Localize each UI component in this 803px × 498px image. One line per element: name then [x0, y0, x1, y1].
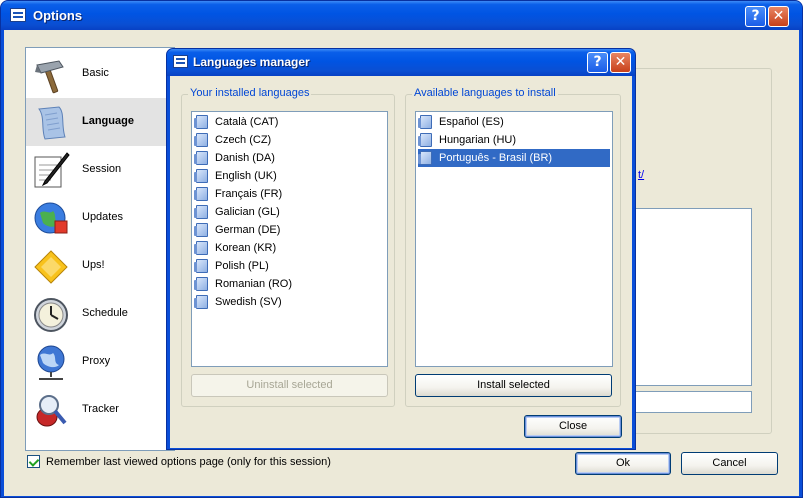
language-label: German (DE) — [215, 224, 281, 236]
help-button[interactable]: ? — [745, 6, 766, 27]
available-languages-legend: Available languages to install — [412, 87, 558, 99]
list-item[interactable]: Français (FR) — [194, 185, 385, 203]
languages-manager-icon — [173, 55, 188, 68]
options-sidebar: Basic Language Session Updates Ups! Sche… — [25, 47, 175, 451]
options-title: Options — [33, 8, 83, 23]
language-file-icon — [194, 241, 208, 255]
list-item[interactable]: Galician (GL) — [194, 203, 385, 221]
language-file-icon — [418, 133, 432, 147]
pen-paper-icon — [34, 152, 70, 188]
sidebar-item-label: Schedule — [82, 307, 128, 319]
sidebar-item-language[interactable]: Language — [26, 98, 174, 146]
installed-languages-list[interactable]: Català (CAT) Czech (CZ) Danish (DA) Engl… — [191, 111, 388, 367]
language-label: Polish (PL) — [215, 260, 269, 272]
language-label: Swedish (SV) — [215, 296, 282, 308]
language-file-icon — [418, 151, 432, 165]
remember-option[interactable]: Remember last viewed options page (only … — [27, 455, 331, 468]
language-file-icon — [194, 115, 208, 129]
language-file-icon — [194, 133, 208, 147]
install-selected-button[interactable]: Install selected — [415, 374, 612, 397]
list-item[interactable]: Swedish (SV) — [194, 293, 385, 311]
language-file-icon — [418, 115, 432, 129]
language-file-icon — [194, 259, 208, 273]
languages-manager-dialog: Languages manager ? ✕ Your installed lan… — [166, 48, 636, 450]
uninstall-selected-button[interactable]: Uninstall selected — [191, 374, 388, 397]
language-label: Hungarian (HU) — [439, 134, 517, 146]
language-label: Español (ES) — [439, 116, 504, 128]
ok-button[interactable]: Ok — [575, 452, 671, 475]
list-item[interactable]: English (UK) — [194, 167, 385, 185]
available-languages-list[interactable]: Español (ES) Hungarian (HU) Português - … — [415, 111, 613, 367]
language-label: Korean (KR) — [215, 242, 277, 254]
sidebar-item-tracker[interactable]: Tracker — [26, 386, 174, 434]
sidebar-item-label: Tracker — [82, 403, 119, 415]
language-label: Danish (DA) — [215, 152, 275, 164]
language-label: Français (FR) — [215, 188, 283, 200]
language-file-icon — [194, 151, 208, 165]
sidebar-item-label: Proxy — [82, 355, 111, 367]
shield-warning-icon — [34, 250, 68, 284]
language-label: Català (CAT) — [215, 116, 279, 128]
language-file-icon — [194, 295, 208, 309]
sidebar-item-basic[interactable]: Basic — [26, 50, 174, 98]
available-languages-group: Available languages to install Español (… — [405, 87, 621, 407]
scroll-icon — [38, 106, 66, 140]
sidebar-item-proxy[interactable]: Proxy — [26, 338, 174, 386]
language-file-icon — [194, 277, 208, 291]
sidebar-item-updates[interactable]: Updates — [26, 194, 174, 242]
language-file-icon — [194, 223, 208, 237]
language-file-icon — [194, 205, 208, 219]
modal-close-action-button[interactable]: Close — [524, 415, 622, 438]
languages-manager-title: Languages manager — [193, 55, 310, 69]
clock-icon — [34, 298, 68, 332]
cancel-button[interactable]: Cancel — [681, 452, 778, 475]
bug-magnifier-icon — [36, 395, 67, 427]
sidebar-item-label: Ups! — [82, 259, 105, 271]
options-window-icon — [10, 8, 26, 22]
list-item[interactable]: Español (ES) — [418, 113, 610, 131]
language-label: English (UK) — [215, 170, 277, 182]
sidebar-item-label: Session — [82, 163, 122, 175]
list-item[interactable]: Czech (CZ) — [194, 131, 385, 149]
languages-manager-body: Your installed languages Català (CAT) Cz… — [170, 76, 632, 448]
list-item[interactable]: Danish (DA) — [194, 149, 385, 167]
language-input[interactable] — [624, 391, 752, 413]
hammer-icon — [35, 60, 64, 94]
modal-close-button[interactable]: ✕ — [610, 52, 631, 73]
list-item[interactable]: Hungarian (HU) — [418, 131, 610, 149]
language-file-icon — [194, 169, 208, 183]
sidebar-item-ups[interactable]: Ups! — [26, 242, 174, 290]
network-globe-icon — [37, 345, 65, 380]
language-label: Czech (CZ) — [215, 134, 272, 146]
close-button[interactable]: ✕ — [768, 6, 789, 27]
sidebar-item-label: Updates — [82, 211, 123, 223]
list-item[interactable]: German (DE) — [194, 221, 385, 239]
options-titlebar[interactable]: Options ? ✕ — [1, 1, 802, 30]
list-item[interactable]: Korean (KR) — [194, 239, 385, 257]
list-item[interactable]: Català (CAT) — [194, 113, 385, 131]
remember-label: Remember last viewed options page (only … — [46, 455, 331, 468]
language-label: Romanian (RO) — [215, 278, 293, 290]
globe-update-icon — [34, 202, 68, 234]
remember-checkbox[interactable] — [27, 455, 40, 468]
modal-help-button[interactable]: ? — [587, 52, 608, 73]
list-item[interactable]: Polish (PL) — [194, 257, 385, 275]
installed-languages-group: Your installed languages Català (CAT) Cz… — [181, 87, 395, 407]
language-file-icon — [194, 187, 208, 201]
language-info-box — [624, 208, 752, 386]
sidebar-item-schedule[interactable]: Schedule — [26, 290, 174, 338]
list-item[interactable]: Romanian (RO) — [194, 275, 385, 293]
installed-languages-legend: Your installed languages — [188, 87, 312, 99]
options-link[interactable]: t/ — [638, 169, 644, 181]
sidebar-item-label: Language — [82, 115, 134, 127]
sidebar-item-session[interactable]: Session — [26, 146, 174, 194]
languages-manager-titlebar[interactable]: Languages manager ? ✕ — [167, 49, 635, 76]
list-item-selected[interactable]: Português - Brasil (BR) — [418, 149, 610, 167]
language-label: Português - Brasil (BR) — [439, 152, 553, 164]
sidebar-item-label: Basic — [82, 67, 109, 79]
language-label: Galician (GL) — [215, 206, 280, 218]
